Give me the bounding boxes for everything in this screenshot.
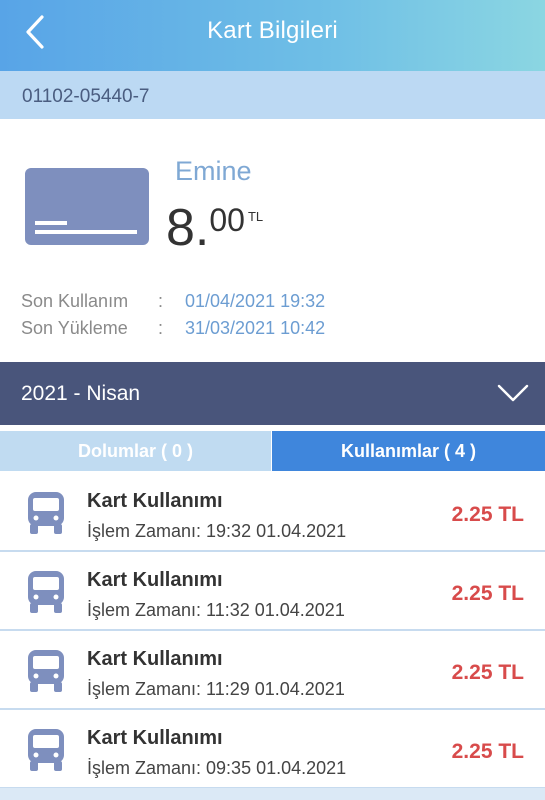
- bus-icon: [26, 490, 66, 536]
- period-selector[interactable]: 2021 - Nisan: [0, 362, 545, 425]
- transaction-amount: 2.25 TL: [451, 661, 524, 684]
- card-owner-name: Emine: [175, 156, 252, 186]
- balance-decimal: 00: [209, 202, 245, 238]
- transaction-row[interactable]: Kart Kullanımı İşlem Zamanı: 11:29 01.04.…: [0, 631, 545, 710]
- card-stripe-short: [35, 221, 67, 225]
- tab-bar: Dolumlar ( 0 ) Kullanımlar ( 4 ): [0, 431, 545, 471]
- card-balance: 8.00 TL: [166, 198, 263, 258]
- balance-currency: TL: [247, 209, 264, 224]
- last-load-row: Son Yükleme : 31/03/2021 10:42: [21, 318, 325, 339]
- page-title: Kart Bilgileri: [207, 17, 338, 44]
- bus-icon: [26, 569, 66, 615]
- separator: :: [158, 291, 164, 311]
- transaction-title: Kart Kullanımı: [87, 727, 223, 749]
- tab-dolumlar[interactable]: Dolumlar ( 0 ): [0, 431, 271, 471]
- transaction-title: Kart Kullanımı: [87, 569, 223, 591]
- transaction-time: İşlem Zamanı: 19:32 01.04.2021: [87, 521, 347, 541]
- bus-icon: [26, 648, 66, 694]
- last-use-label: Son Kullanım: [21, 291, 129, 311]
- transaction-amount: 2.25 TL: [451, 503, 524, 526]
- balance-integer: 8.: [166, 199, 210, 257]
- chevron-down-icon[interactable]: [497, 378, 529, 408]
- transaction-amount: 2.25 TL: [451, 582, 524, 605]
- card-number: 01102-05440-7: [22, 86, 150, 107]
- period-label: 2021 - Nisan: [21, 382, 141, 405]
- app-header: Kart Bilgileri: [0, 0, 545, 71]
- card-stripe-long: [35, 230, 137, 234]
- transaction-row[interactable]: Kart Kullanımı İşlem Zamanı: 19:32 01.04.…: [0, 473, 545, 552]
- transaction-time: İşlem Zamanı: 11:29 01.04.2021: [87, 679, 345, 699]
- last-load-label: Son Yükleme: [21, 318, 128, 338]
- transaction-title: Kart Kullanımı: [87, 490, 223, 512]
- transaction-time: İşlem Zamanı: 09:35 01.04.2021: [87, 758, 347, 778]
- last-use-value: 01/04/2021 19:32: [185, 291, 326, 311]
- card-number-bar: 01102-05440-7: [0, 71, 545, 119]
- bus-icon: [26, 727, 66, 773]
- card-icon: [25, 168, 149, 245]
- last-use-row: Son Kullanım : 01/04/2021 19:32: [21, 291, 325, 312]
- transaction-row[interactable]: Kart Kullanımı İşlem Zamanı: 09:35 01.04.…: [0, 710, 545, 789]
- transaction-time: İşlem Zamanı: 11:32 01.04.2021: [87, 600, 345, 620]
- transaction-amount: 2.25 TL: [451, 740, 524, 763]
- list-bottom-strip: [0, 788, 545, 800]
- transaction-row[interactable]: Kart Kullanımı İşlem Zamanı: 11:32 01.04.…: [0, 552, 545, 631]
- transaction-title: Kart Kullanımı: [87, 648, 223, 670]
- tab-kullanimlar[interactable]: Kullanımlar ( 4 ): [272, 431, 545, 471]
- last-load-value: 31/03/2021 10:42: [185, 318, 326, 338]
- separator: :: [158, 318, 164, 338]
